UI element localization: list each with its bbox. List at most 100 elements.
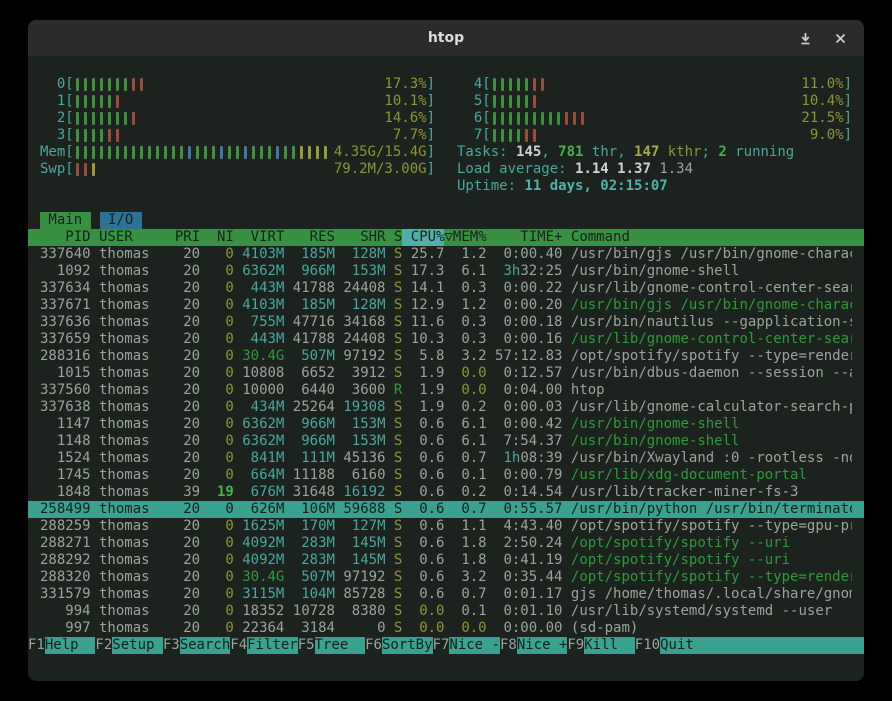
meter-tick (509, 95, 512, 108)
cell-ni: 0 (200, 399, 234, 416)
fn-tree[interactable]: Tree (315, 637, 366, 654)
process-row[interactable]: 1848thomas3919676M3164816192S0.60.20:14.… (28, 484, 864, 501)
column-header-user[interactable]: USER (91, 229, 175, 246)
meter-tick (100, 78, 103, 91)
column-header-s[interactable]: S (386, 229, 403, 246)
process-row[interactable]: 337671thomas2004103M185M128MS12.91.20:00… (28, 297, 864, 314)
process-row[interactable]: 997thomas2002236431840S0.00.00:00.00(sd-… (28, 620, 864, 637)
meter-bracket-close: ] (844, 110, 852, 127)
meter-tick (533, 112, 536, 125)
text-seg: 1848 (57, 484, 91, 500)
text-seg: 1015 (57, 365, 91, 381)
text-seg: 145 (516, 144, 541, 160)
titlebar[interactable]: htop (28, 20, 864, 56)
column-header-pid[interactable]: PID (40, 229, 91, 246)
cell-time: 0:00.18 (487, 314, 563, 331)
text-seg: 337560 (40, 382, 91, 398)
column-header-time[interactable]: TIME+ (487, 229, 563, 246)
text-seg: 1.8 (461, 535, 486, 551)
fn-quit[interactable]: Quit (660, 637, 864, 654)
meter-bracket-open: [ (482, 127, 490, 144)
text-seg: 1.34 (659, 161, 693, 177)
process-row[interactable]: 1147thomas2006362M966M153MS0.66.10:00.42… (28, 416, 864, 433)
process-row[interactable]: 288271thomas2004092M283M145MS0.61.82:50.… (28, 535, 864, 552)
close-icon[interactable] (833, 31, 848, 46)
cell-ni: 0 (200, 501, 234, 518)
process-row[interactable]: 1092thomas2006362M966M153MS17.36.13h32:2… (28, 263, 864, 280)
tab-io[interactable]: I/O (100, 212, 142, 229)
column-header-ni[interactable]: NI (200, 229, 234, 246)
column-header-res[interactable]: RES (284, 229, 335, 246)
text-seg: 1092 (57, 263, 91, 279)
cell-shr: 153M (335, 263, 386, 280)
cell-s: S (386, 569, 403, 586)
process-row[interactable]: 1015thomas2001080866523912S1.90.00:12.57… (28, 365, 864, 382)
text-seg: 20 (183, 382, 200, 398)
process-row[interactable]: 288320thomas20030.4G507M97192S0.63.20:35… (28, 569, 864, 586)
process-row[interactable]: 1745thomas200664M111886160S0.60.10:00.79… (28, 467, 864, 484)
fn-kill[interactable]: Kill (584, 637, 635, 654)
text-seg: Uptime: (457, 178, 524, 194)
column-header-shr[interactable]: SHR (335, 229, 386, 246)
cell-user: thomas (91, 382, 175, 399)
cell-cmd: /usr/bin/gjs /usr/bin/gnome-character (562, 297, 852, 314)
fn-nice+[interactable]: Nice + (517, 637, 568, 654)
cell-shr: 8380 (335, 603, 386, 620)
cell-time: 0:14.54 (487, 484, 563, 501)
meters-panel: 0[17.3%]1[10.1%]2[14.6%]3[7.7%]Mem[4.35G… (40, 76, 852, 195)
text-seg: 434M (251, 399, 285, 415)
process-row[interactable]: 288316thomas20030.4G507M97192S5.83.257:1… (28, 348, 864, 365)
cell-virt: 10808 (234, 365, 285, 382)
fn-sortby[interactable]: SortBy (382, 637, 433, 654)
text-seg: 7:54.37 (503, 433, 562, 449)
process-row[interactable]: 288259thomas2001625M170M127MS0.61.14:43.… (28, 518, 864, 535)
cell-pri: 20 (175, 552, 200, 569)
text-seg: /opt/spotify/spotify --type=renderer (571, 348, 852, 364)
process-row[interactable]: 1148thomas2006362M966M153MS0.66.17:54.37… (28, 433, 864, 450)
text-seg: 283M (301, 552, 335, 568)
process-row[interactable]: 288292thomas2004092M283M145MS0.61.80:41.… (28, 552, 864, 569)
fn-help[interactable]: Help (45, 637, 96, 654)
text-seg: /opt/spotify/spotify --uri (571, 535, 790, 551)
download-icon[interactable] (798, 31, 813, 46)
meter-tick (172, 146, 175, 159)
cell-res: 185M (284, 297, 335, 314)
cell-s: S (386, 331, 403, 348)
process-row[interactable]: 337659thomas200443M4178824408S10.30.30:0… (28, 331, 864, 348)
cell-pid: 1848 (40, 484, 91, 501)
process-row[interactable]: 337634thomas200443M4178824408S14.10.30:0… (28, 280, 864, 297)
process-row[interactable]: 337640thomas2004103M185M128MS25.71.20:00… (28, 246, 864, 263)
text-seg: 45136 (343, 450, 385, 466)
text-seg: R (394, 382, 402, 398)
text-seg: 10808 (242, 365, 284, 381)
fn-filter[interactable]: Filter (247, 637, 298, 654)
cell-virt: 3115M (234, 586, 285, 603)
process-row[interactable]: 337638thomas200434M2526419308S1.90.20:00… (28, 399, 864, 416)
cell-cmd: /opt/spotify/spotify --uri (562, 535, 852, 552)
column-header-pri[interactable]: PRI (175, 229, 200, 246)
column-header-cpu[interactable]: CPU% (402, 229, 444, 246)
fn-setup[interactable]: Setup (112, 637, 163, 654)
text-seg: 20 (183, 348, 200, 364)
text-seg: 11188 (293, 467, 335, 483)
meter-label: 4 (457, 76, 482, 93)
meter-tick (124, 78, 127, 91)
tab-main[interactable]: Main (40, 212, 91, 229)
process-row[interactable]: 337560thomas2001000064403600R1.90.00:04.… (28, 382, 864, 399)
process-row[interactable]: 994thomas20018352107288380S0.00.10:01.10… (28, 603, 864, 620)
cell-shr: 128M (335, 297, 386, 314)
column-header-command[interactable]: Command (562, 229, 852, 246)
cell-s: S (386, 314, 403, 331)
column-header-mem[interactable]: ▽MEM% (444, 229, 486, 246)
column-header-virt[interactable]: VIRT (234, 229, 285, 246)
process-row[interactable]: 258499thomas200626M106M59688S0.60.70:55.… (28, 501, 864, 518)
text-seg: 127M (352, 518, 386, 534)
fn-search[interactable]: Search (180, 637, 231, 654)
meter-label: 1 (40, 93, 65, 110)
meter-bracket-close: ] (427, 161, 435, 178)
fn-nice-[interactable]: Nice - (449, 637, 500, 654)
process-row[interactable]: 337636thomas200755M4771634168S11.60.30:0… (28, 314, 864, 331)
process-row[interactable]: 331579thomas2003115M104M85728S0.60.70:01… (28, 586, 864, 603)
cell-user: thomas (91, 280, 175, 297)
process-row[interactable]: 1524thomas200841M111M45136S0.60.71h08:39… (28, 450, 864, 467)
